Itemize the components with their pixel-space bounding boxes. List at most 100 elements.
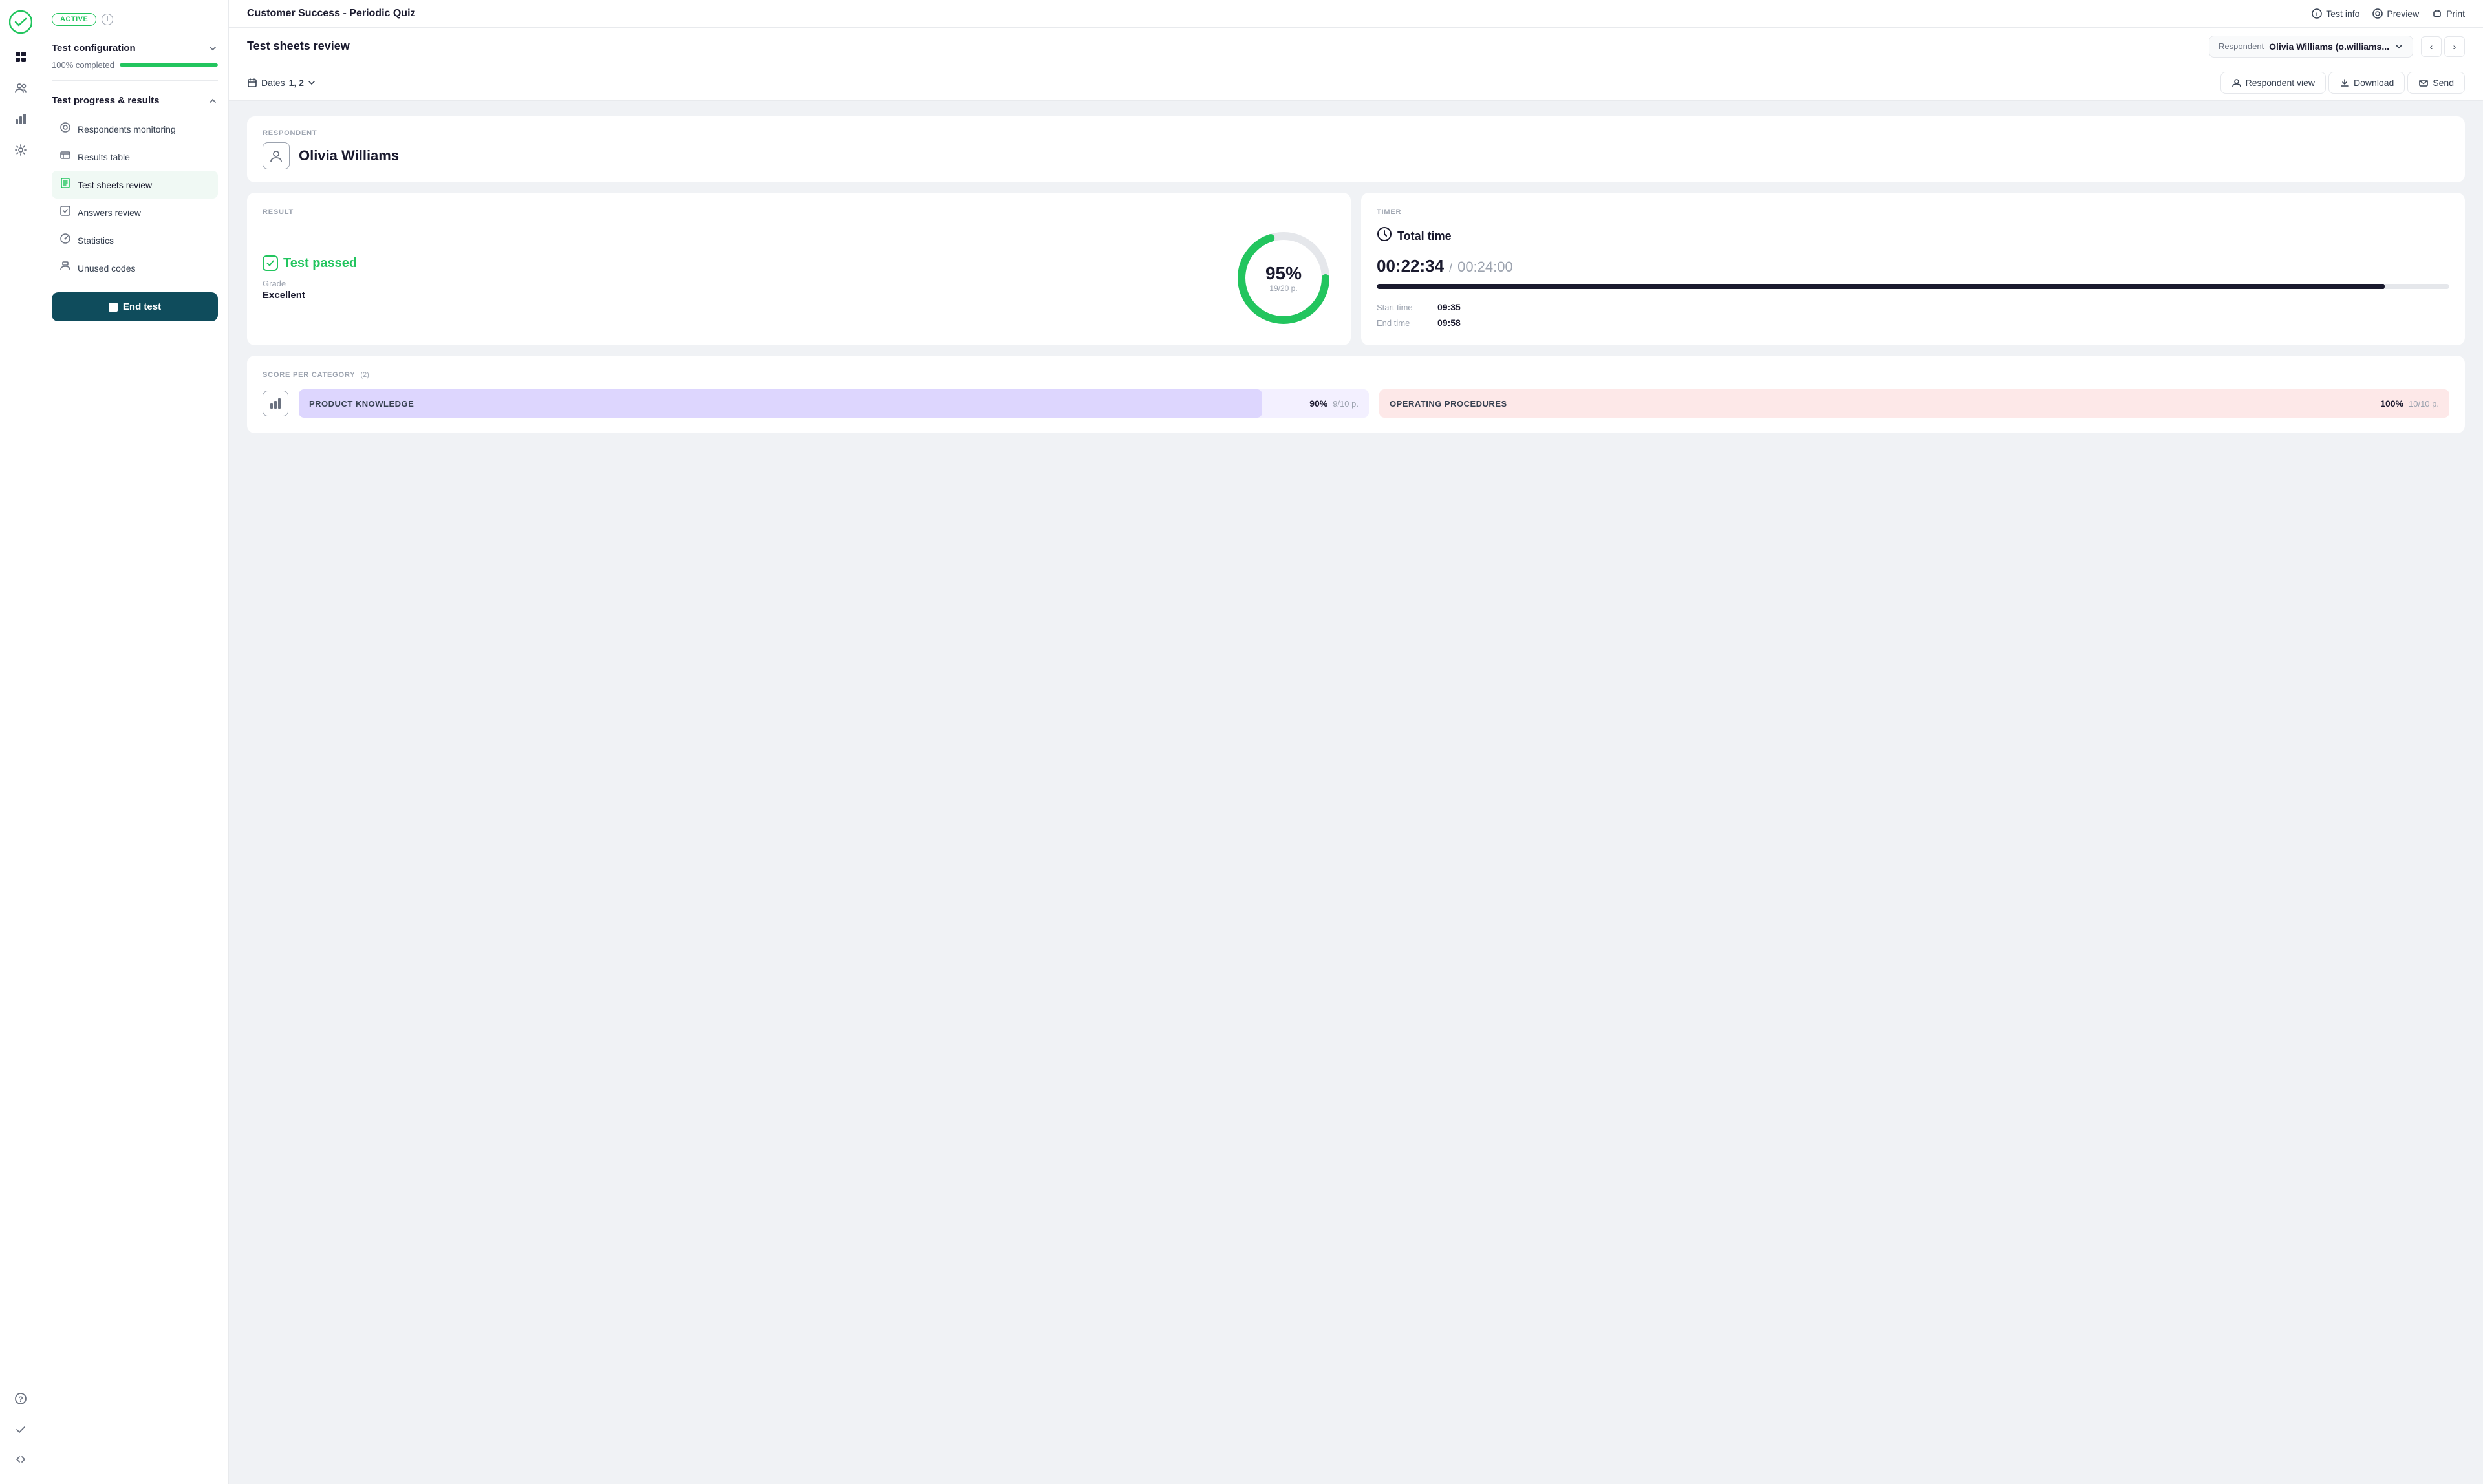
respondent-view-label: Respondent view xyxy=(2246,78,2315,88)
preview-icon xyxy=(2372,8,2383,19)
grade-value: Excellent xyxy=(263,290,1216,301)
menu-item-test-sheets-review[interactable]: Test sheets review xyxy=(52,171,218,199)
test-info-label: Test info xyxy=(2326,8,2359,19)
operating-procedures-score: 100% 10/10 p. xyxy=(2380,398,2439,409)
progress-label: 100% completed xyxy=(52,60,114,70)
respondent-card-label: RESPONDENT xyxy=(263,129,399,137)
passed-icon xyxy=(263,255,278,271)
print-label: Print xyxy=(2446,8,2465,19)
nav-grid-icon[interactable] xyxy=(8,44,34,70)
progress-bar-fill xyxy=(120,63,218,67)
respondent-view-button[interactable]: Respondent view xyxy=(2220,72,2326,94)
test-info-button[interactable]: i Test info xyxy=(2312,8,2359,19)
prev-respondent-button[interactable]: ‹ xyxy=(2421,36,2442,57)
start-time-label: Start time xyxy=(1377,303,1422,312)
progress-bar-wrap xyxy=(120,63,218,67)
main-content: Customer Success - Periodic Quiz i Test … xyxy=(229,0,2483,1484)
score-section: SCORE PER CATEGORY (2) PRODUCT KNOWLEDGE… xyxy=(247,356,2465,433)
end-time-label: End time xyxy=(1377,318,1422,328)
dates-label: Dates xyxy=(261,78,285,88)
status-badge: ACTIVE xyxy=(52,13,96,26)
stop-icon xyxy=(109,303,118,312)
menu-item-statistics[interactable]: Statistics xyxy=(52,226,218,254)
time-sep: / xyxy=(1449,261,1452,275)
respondent-card: RESPONDENT Olivia Williams xyxy=(247,116,2465,182)
timer-card-label: TIMER xyxy=(1377,208,2449,216)
nav-chart-icon[interactable] xyxy=(8,106,34,132)
menu-item-respondents-monitoring[interactable]: Respondents monitoring xyxy=(52,115,218,143)
time-elapsed: 00:22:34 xyxy=(1377,256,1444,276)
category-operating-procedures: OPERATING PROCEDURES 100% 10/10 p. xyxy=(1379,389,2449,418)
menu-item-unused-codes-label: Unused codes xyxy=(78,263,136,274)
print-icon xyxy=(2432,8,2442,19)
cards-row: RESULT Test passed Grade Excellent xyxy=(247,193,2465,345)
nav-expand-icon[interactable] xyxy=(8,1448,34,1474)
test-passed-row: Test passed xyxy=(263,255,1216,271)
grade-label: Grade xyxy=(263,279,1216,288)
start-time-row: Start time 09:35 xyxy=(1377,302,2449,312)
answers-review-icon xyxy=(59,205,71,220)
page-title: Customer Success - Periodic Quiz xyxy=(247,8,416,19)
time-total: 00:24:00 xyxy=(1457,259,1513,275)
category-chart-icon xyxy=(263,391,288,416)
end-test-button[interactable]: End test xyxy=(52,292,218,321)
test-sheets-review-icon xyxy=(59,177,71,192)
menu-item-answers-review[interactable]: Answers review xyxy=(52,199,218,226)
menu-item-unused-codes[interactable]: Unused codes xyxy=(52,254,218,282)
left-sidebar: ACTIVE i Test configuration 100% complet… xyxy=(41,0,229,1484)
respondent-selector[interactable]: Respondent Olivia Williams (o.williams..… xyxy=(2209,36,2413,58)
icon-sidebar: ? xyxy=(0,0,41,1484)
next-respondent-button[interactable]: › xyxy=(2444,36,2465,57)
menu-item-results-table-label: Results table xyxy=(78,152,130,162)
progress-row: 100% completed xyxy=(52,60,218,70)
toolbar-right: Respondent view Download Send xyxy=(2220,72,2465,94)
nav-feedback-icon[interactable] xyxy=(8,1417,34,1443)
send-icon xyxy=(2418,78,2429,88)
status-info-icon[interactable]: i xyxy=(102,14,113,25)
respondent-label: Respondent xyxy=(2219,41,2264,51)
result-card: RESULT Test passed Grade Excellent xyxy=(247,193,1351,345)
avatar-icon xyxy=(263,142,290,169)
menu-item-respondents-monitoring-label: Respondents monitoring xyxy=(78,124,176,134)
test-config-section[interactable]: Test configuration xyxy=(52,36,218,60)
donut-chart: 95% 19/20 p. xyxy=(1232,226,1335,330)
menu-item-results-table[interactable]: Results table xyxy=(52,143,218,171)
results-table-icon xyxy=(59,149,71,164)
test-progress-section-header[interactable]: Test progress & results xyxy=(52,89,218,113)
operating-procedures-pct: 100% xyxy=(2380,398,2403,409)
download-button[interactable]: Download xyxy=(2328,72,2405,94)
product-knowledge-score: 90% 9/10 p. xyxy=(1309,398,1359,409)
nav-settings-icon[interactable] xyxy=(8,137,34,163)
nav-arrows: ‹ › xyxy=(2421,36,2465,57)
svg-text:?: ? xyxy=(18,1395,23,1404)
menu-item-statistics-label: Statistics xyxy=(78,235,114,246)
print-button[interactable]: Print xyxy=(2432,8,2465,19)
end-time-row: End time 09:58 xyxy=(1377,317,2449,328)
result-card-label: RESULT xyxy=(263,208,1335,216)
respondents-monitoring-icon xyxy=(59,122,71,136)
dates-chevron-icon xyxy=(308,79,316,87)
score-count: (2) xyxy=(360,371,369,379)
test-config-title: Test configuration xyxy=(52,43,136,54)
product-knowledge-content: PRODUCT KNOWLEDGE 90% 9/10 p. xyxy=(309,398,1359,409)
nav-help-icon[interactable]: ? xyxy=(8,1386,34,1412)
unused-codes-icon xyxy=(59,261,71,275)
time-details: Start time 09:35 End time 09:58 xyxy=(1377,302,2449,328)
menu-item-answers-review-label: Answers review xyxy=(78,208,141,218)
statistics-icon xyxy=(59,233,71,248)
operating-procedures-pts: 10/10 p. xyxy=(2409,399,2439,409)
timer-progress-fill xyxy=(1377,284,2385,289)
download-icon xyxy=(2339,78,2350,88)
dates-button[interactable]: Dates 1, 2 xyxy=(247,78,316,88)
end-test-label: End test xyxy=(123,301,161,312)
send-button[interactable]: Send xyxy=(2407,72,2465,94)
status-row: ACTIVE i xyxy=(52,13,218,26)
preview-button[interactable]: Preview xyxy=(2372,8,2419,19)
operating-procedures-content: OPERATING PROCEDURES 100% 10/10 p. xyxy=(1390,398,2439,409)
nav-users-icon[interactable] xyxy=(8,75,34,101)
product-knowledge-pct: 90% xyxy=(1309,398,1327,409)
donut-sub: 19/20 p. xyxy=(1265,284,1302,293)
timer-progress-dot xyxy=(2377,284,2385,289)
test-progress-title: Test progress & results xyxy=(52,95,159,106)
donut-pct: 95% xyxy=(1265,263,1302,284)
